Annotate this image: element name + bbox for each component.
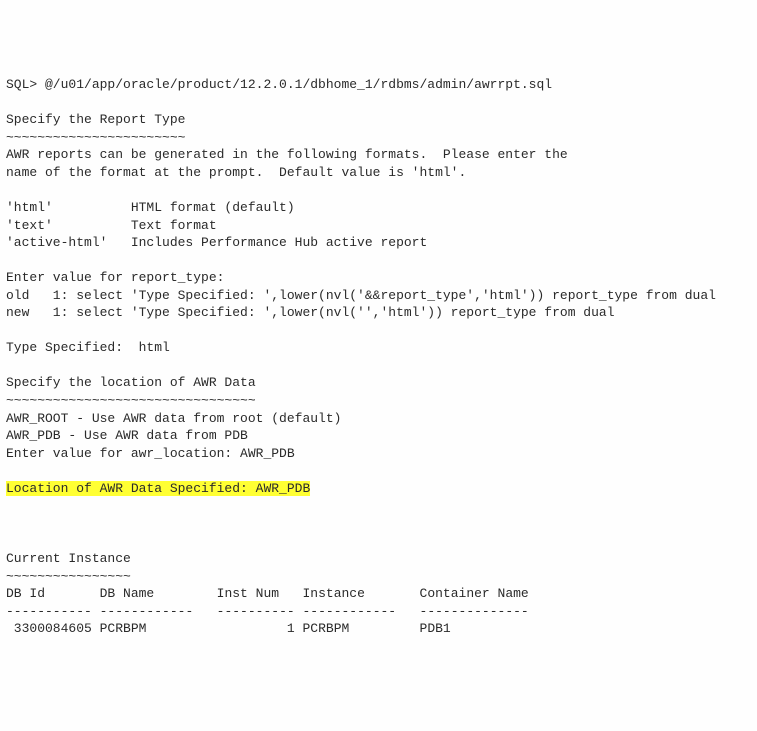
section-underline: ~~~~~~~~~~~~~~~~ bbox=[6, 569, 131, 584]
col-dbname-header: DB Name bbox=[100, 585, 217, 603]
awr-location-specified: Location of AWR Data Specified: AWR_PDB bbox=[6, 481, 310, 496]
section-underline: ~~~~~~~~~~~~~~~~~~~~~~~~~~~~~~~~ bbox=[6, 393, 256, 408]
cell-dbid: 3300084605 bbox=[6, 620, 100, 638]
terminal-output: SQL> @/u01/app/oracle/product/12.2.0.1/d… bbox=[6, 59, 751, 638]
awr-option-root: AWR_ROOT - Use AWR data from root (defau… bbox=[6, 411, 341, 426]
substitution-new: new 1: select 'Type Specified: ',lower(n… bbox=[6, 305, 615, 320]
prompt-awr-location: Enter value for awr_location: AWR_PDB bbox=[6, 446, 295, 461]
format-option-text: 'text' Text format bbox=[6, 218, 217, 233]
section-header-awr-location: Specify the location of AWR Data bbox=[6, 375, 256, 390]
type-specified-result: Type Specified: html bbox=[6, 340, 170, 355]
cell-instance: PCRBPM bbox=[302, 620, 419, 638]
col-instance-header: Instance bbox=[302, 585, 419, 603]
col-dbid-header: DB Id bbox=[6, 585, 100, 603]
cell-dbname: PCRBPM bbox=[100, 620, 217, 638]
section-underline: ~~~~~~~~~~~~~~~~~~~~~~~ bbox=[6, 130, 185, 145]
cell-instnum: 1 bbox=[217, 620, 303, 638]
awr-option-pdb: AWR_PDB - Use AWR data from PDB bbox=[6, 428, 248, 443]
format-option-html: 'html' HTML format (default) bbox=[6, 200, 295, 215]
substitution-old: old 1: select 'Type Specified: ',lower(n… bbox=[6, 288, 716, 303]
col-container-header: Container Name bbox=[420, 585, 529, 603]
table-header-row: DB Id DB Name Inst Num Instance Containe… bbox=[6, 585, 529, 603]
section-header-current-instance: Current Instance bbox=[6, 551, 131, 566]
prompt-report-type: Enter value for report_type: bbox=[6, 270, 224, 285]
sql-prompt-line: SQL> @/u01/app/oracle/product/12.2.0.1/d… bbox=[6, 77, 552, 92]
section-header-report-type: Specify the Report Type bbox=[6, 112, 185, 127]
instance-table: DB Id DB Name Inst Num Instance Containe… bbox=[6, 585, 529, 638]
table-row: 3300084605 PCRBPM 1 PCRBPM PDB1 bbox=[6, 620, 529, 638]
table-underline-row: ----------- ------------ ---------- ----… bbox=[6, 603, 529, 621]
intro-text-1: AWR reports can be generated in the foll… bbox=[6, 147, 568, 162]
format-option-active-html: 'active-html' Includes Performance Hub a… bbox=[6, 235, 427, 250]
col-instnum-header: Inst Num bbox=[217, 585, 303, 603]
intro-text-2: name of the format at the prompt. Defaul… bbox=[6, 165, 466, 180]
cell-container: PDB1 bbox=[420, 620, 529, 638]
